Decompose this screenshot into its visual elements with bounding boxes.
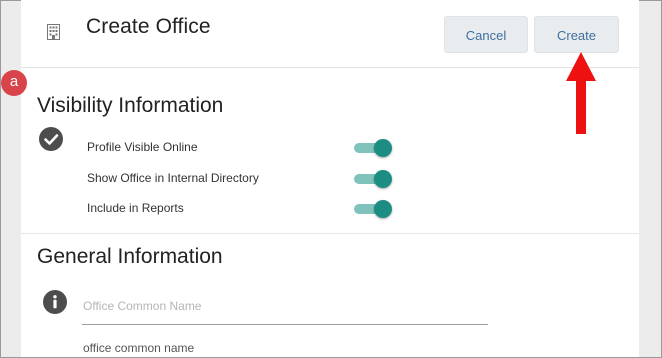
- checkmark-circle-icon: [39, 127, 63, 151]
- visibility-section-title: Visibility Information: [37, 94, 224, 117]
- page-title: Create Office: [86, 15, 211, 38]
- toggle-knob: [374, 139, 392, 157]
- annotation-arrow-up-icon: [566, 52, 596, 134]
- cancel-button[interactable]: Cancel: [444, 16, 528, 53]
- general-section-title: General Information: [37, 245, 223, 268]
- toggle-label-include-reports: Include in Reports: [87, 201, 184, 215]
- building-icon: [47, 24, 60, 40]
- info-icon: [43, 290, 67, 314]
- profile-visible-toggle[interactable]: [354, 139, 392, 157]
- create-office-panel: Create Office Cancel Create Visibility I…: [21, 0, 639, 357]
- create-button[interactable]: Create: [534, 16, 619, 53]
- field-hint: office common name: [83, 341, 195, 355]
- section-divider: [21, 233, 639, 234]
- office-common-name-input[interactable]: [82, 294, 489, 318]
- include-reports-toggle[interactable]: [354, 200, 392, 218]
- panel-header: Create Office Cancel Create: [21, 0, 639, 68]
- toggle-label-internal-directory: Show Office in Internal Directory: [87, 171, 259, 185]
- toggle-label-profile-visible: Profile Visible Online: [87, 140, 198, 154]
- annotation-badge: a: [1, 70, 27, 96]
- toggle-knob: [374, 170, 392, 188]
- toggle-knob: [374, 200, 392, 218]
- office-common-name-field: [82, 294, 489, 325]
- internal-directory-toggle[interactable]: [354, 170, 392, 188]
